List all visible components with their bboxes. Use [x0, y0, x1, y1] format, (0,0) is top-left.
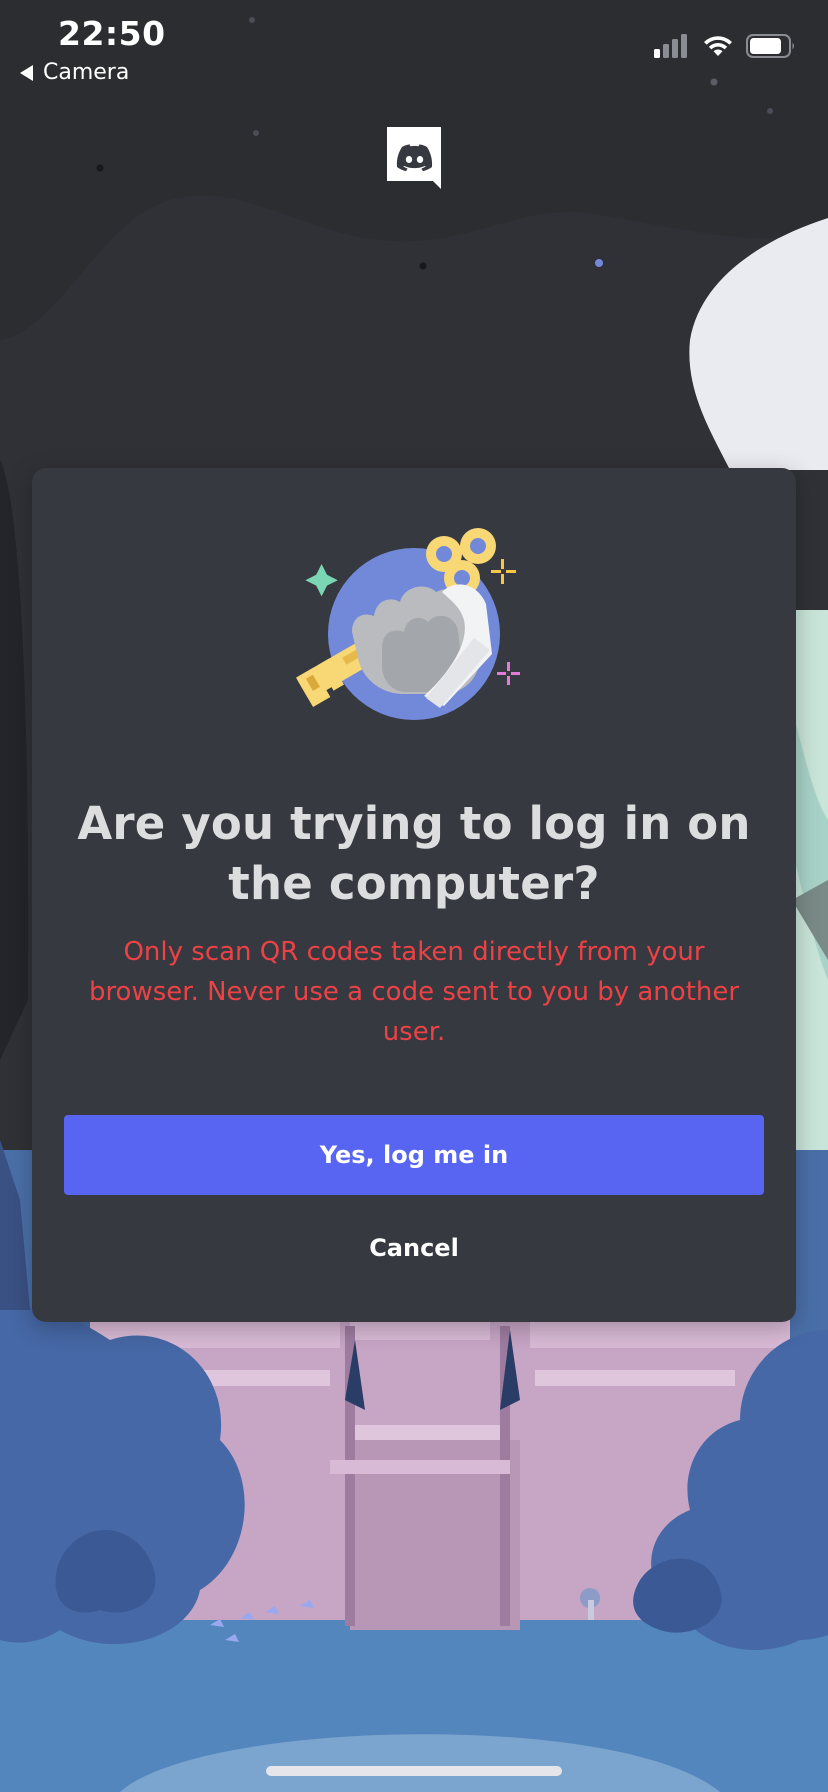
login-confirmation-screen: 22:50 Camera Are you trying to log in on… [0, 0, 828, 1792]
hand-holding-key-icon [296, 528, 520, 720]
wifi-icon [704, 36, 732, 56]
back-triangle-icon [20, 64, 33, 81]
home-indicator[interactable] [266, 1766, 562, 1776]
discord-logo-icon [387, 127, 441, 189]
confirm-login-button[interactable]: Yes, log me in [64, 1115, 764, 1195]
status-time: 22:50 [58, 14, 166, 53]
status-icons [654, 34, 796, 58]
back-to-camera-label: Camera [43, 60, 130, 85]
login-confirmation-modal: Are you trying to log in on the computer… [32, 468, 796, 1322]
battery-icon [746, 34, 794, 58]
security-warning-text: Only scan QR codes taken directly from y… [88, 937, 740, 1047]
back-to-camera-link[interactable]: Camera [20, 60, 129, 85]
cancel-button[interactable]: Cancel [64, 1213, 764, 1283]
modal-title: Are you trying to log in on the computer… [77, 797, 751, 910]
cellular-signal-icon [654, 34, 690, 58]
